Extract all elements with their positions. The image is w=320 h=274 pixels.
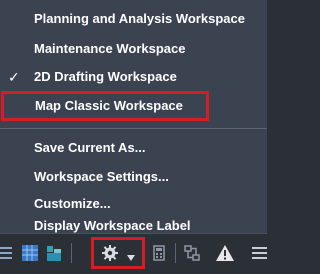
checkmark-icon: ✓	[8, 69, 20, 85]
menu-lines-icon[interactable]	[250, 244, 267, 262]
gear-icon	[101, 244, 119, 267]
menu-item-label: Customize...	[34, 196, 111, 211]
toolbar-divider	[71, 243, 72, 263]
customize-item[interactable]: Customize...	[0, 192, 262, 216]
menu-item-label: Maintenance Workspace	[34, 41, 186, 56]
warning-icon[interactable]	[215, 244, 235, 262]
blue-grid-icon[interactable]	[21, 244, 39, 262]
save-current-as-item[interactable]: Save Current As...	[0, 136, 262, 160]
status-bar-toolbar	[0, 233, 267, 274]
workspace-switching-button[interactable]	[91, 237, 145, 269]
menu-item-label: Planning and Analysis Workspace	[34, 11, 245, 26]
menu-item-2d-drafting[interactable]: ✓ 2D Drafting Workspace	[0, 65, 262, 89]
menu-item-label: Display Workspace Label	[34, 218, 191, 233]
menu-item-maintenance[interactable]: Maintenance Workspace	[0, 37, 262, 61]
display-workspace-label-item[interactable]: Display Workspace Label	[0, 219, 262, 233]
calculator-icon[interactable]	[152, 244, 166, 262]
menu-item-label: Save Current As...	[34, 140, 146, 155]
grid-lines-icon[interactable]	[0, 244, 14, 262]
toolbar-divider	[175, 243, 176, 263]
menu-item-planning-analysis[interactable]: Planning and Analysis Workspace	[0, 7, 262, 31]
hierarchy-icon[interactable]	[183, 244, 201, 262]
menu-item-label: Workspace Settings...	[34, 169, 169, 184]
workspace-switching-menu: Planning and Analysis Workspace Maintena…	[0, 0, 267, 233]
menu-item-label: 2D Drafting Workspace	[34, 69, 177, 84]
dropdown-arrow-icon	[126, 249, 136, 267]
menu-separator	[0, 128, 267, 129]
menu-item-map-classic[interactable]: Map Classic Workspace	[1, 91, 209, 121]
teal-folder-icon[interactable]	[45, 244, 63, 262]
workspace-settings-item[interactable]: Workspace Settings...	[0, 165, 262, 189]
menu-item-label: Map Classic Workspace	[35, 98, 183, 113]
